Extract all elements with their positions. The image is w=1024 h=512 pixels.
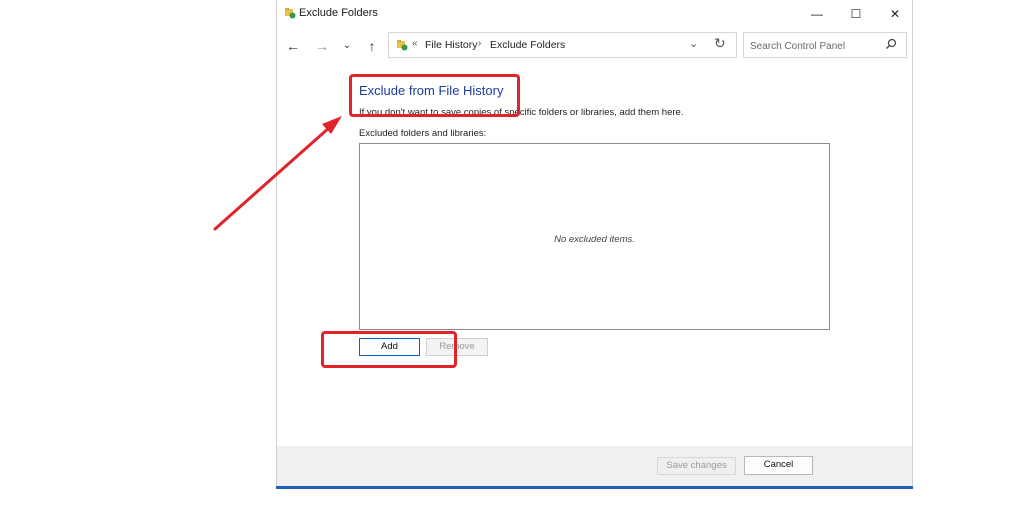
save-changes-button[interactable]: Save changes [657,457,736,475]
cancel-button[interactable]: Cancel [744,456,813,475]
control-panel-icon [397,40,408,51]
title-bar: Exclude Folders — ☐ ✕ [277,0,912,28]
address-bar[interactable]: « File History › Exclude Folders ⌄ ↻ [388,32,737,58]
address-overflow-icon[interactable]: « [412,38,418,49]
search-icon[interactable] [885,38,897,50]
search-box[interactable] [743,32,907,58]
recent-locations-chevron-icon[interactable]: ⌄ [337,36,357,56]
file-history-icon [285,8,296,19]
address-dropdown-icon[interactable]: ⌄ [689,37,698,50]
footer-bar: Save changes Cancel [277,446,912,486]
empty-list-message: No excluded items. [554,234,635,245]
annotation-highlight-title [349,74,520,117]
breadcrumb-file-history[interactable]: File History [425,39,478,51]
window-title: Exclude Folders [299,7,378,19]
excluded-list-label: Excluded folders and libraries: [359,128,487,139]
annotation-highlight-add-button [321,331,457,368]
search-input[interactable] [748,37,884,55]
up-arrow-icon[interactable]: ↑ [362,36,382,56]
maximize-button[interactable]: ☐ [838,3,874,25]
back-arrow-icon[interactable]: ← [283,36,303,56]
breadcrumb-separator-icon[interactable]: › [478,38,481,49]
excluded-items-list[interactable]: No excluded items. [359,143,830,330]
close-button[interactable]: ✕ [877,3,913,25]
taskbar-edge [276,486,913,489]
forward-arrow-icon[interactable]: → [312,36,332,56]
navigation-bar: ← → ⌄ ↑ « File History › Exclude Folders… [277,30,912,62]
refresh-icon[interactable]: ↻ [714,35,726,52]
minimize-button[interactable]: — [799,3,835,25]
breadcrumb-exclude-folders[interactable]: Exclude Folders [490,39,565,51]
